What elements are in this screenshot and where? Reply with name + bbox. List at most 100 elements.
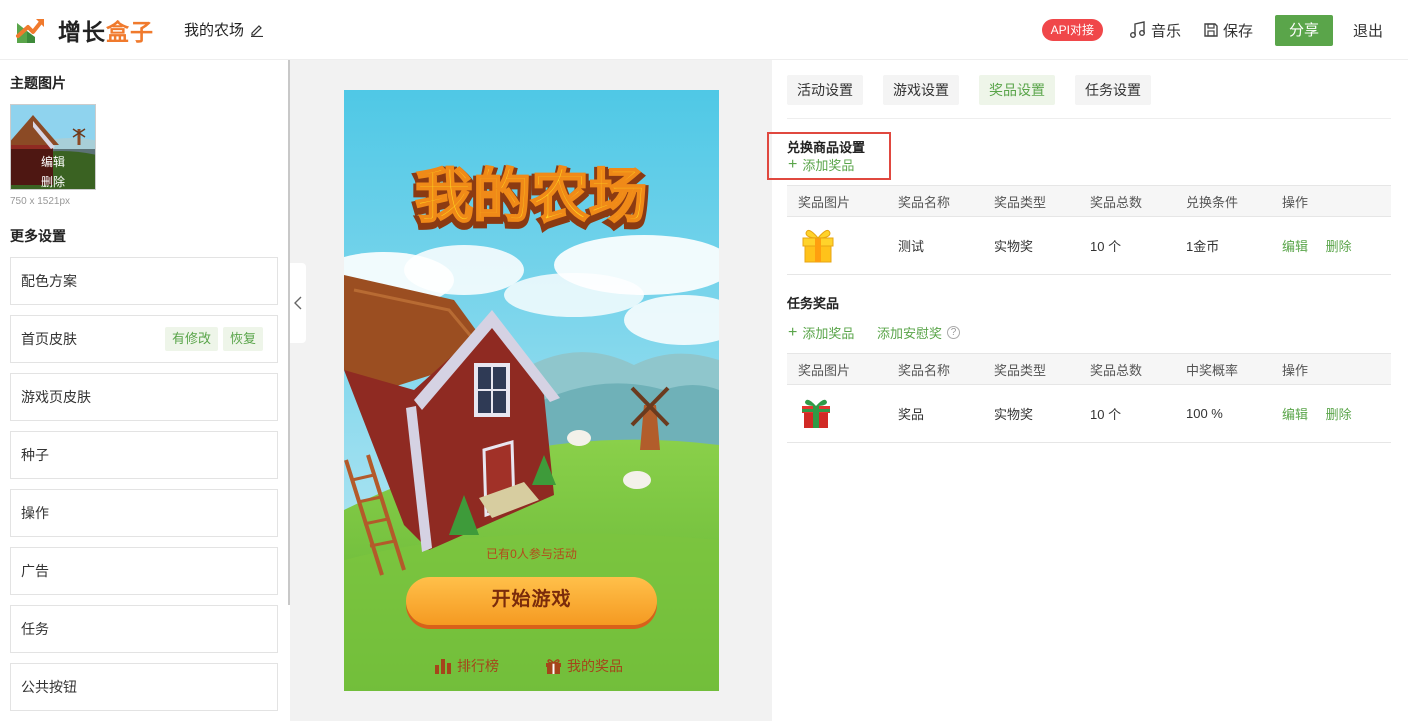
game-title: 我的农场 [415, 162, 647, 230]
delete-button[interactable]: 删除 [1326, 239, 1352, 254]
add-prize-label: 添加奖品 [802, 326, 855, 341]
prize-total: 10 个 [1090, 239, 1122, 254]
exchange-add-prize-button[interactable]: + 添加奖品 [788, 155, 854, 174]
gift-box-red-icon [802, 399, 830, 428]
logout-button[interactable]: 退出 [1353, 20, 1383, 41]
tab-activity-settings[interactable]: 活动设置 [787, 75, 863, 105]
participants-count-text: 已有0人参与活动 [486, 547, 577, 561]
restore-button[interactable]: 恢复 [223, 327, 264, 351]
settings-item-tasks[interactable]: 任务 [10, 605, 278, 653]
prize-image-cell [787, 224, 887, 267]
thumbnail-edit-button[interactable]: 编辑 [11, 153, 95, 170]
row-actions: 编辑 删除 [1271, 404, 1391, 423]
phone-preview: 我的农场 我的农场 已有0人参与活动 开始游戏 排行榜 我的奖品 [344, 90, 719, 691]
settings-item-home-skin[interactable]: 首页皮肤 有修改 恢复 [10, 315, 278, 363]
tab-game-settings[interactable]: 游戏设置 [883, 75, 959, 105]
settings-tabs: 活动设置 游戏设置 奖品设置 任务设置 [787, 75, 1171, 105]
music-label: 音乐 [1150, 22, 1181, 40]
prize-name: 奖品 [898, 407, 925, 422]
exchange-prize-table: 奖品图片 奖品名称 奖品类型 奖品总数 兑换条件 操作 测试 实物奖 10 个 … [787, 185, 1391, 275]
prize-name: 测试 [898, 239, 925, 254]
gift-box-yellow-icon [802, 229, 834, 263]
column-header: 操作 [1282, 194, 1309, 210]
column-header: 中奖概率 [1186, 362, 1239, 378]
bar-chart-icon [435, 659, 451, 674]
share-button[interactable]: 分享 [1274, 14, 1333, 46]
add-consolation-label: 添加安慰奖 [877, 326, 943, 341]
task-prize-title: 任务奖品 [787, 296, 840, 311]
column-header: 奖品总数 [1090, 362, 1143, 378]
right-settings-panel: 活动设置 游戏设置 奖品设置 任务设置 兑换商品设置 + 添加奖品 奖品图片 奖… [767, 60, 1408, 721]
add-consolation-prize-button[interactable]: 添加安慰奖 ? [877, 323, 961, 342]
prize-total: 10 个 [1090, 407, 1122, 422]
gift-icon [546, 659, 561, 674]
ranking-label: 排行榜 [457, 658, 499, 674]
start-game-button[interactable]: 开始游戏 [406, 577, 657, 625]
row-actions: 编辑 删除 [1271, 236, 1391, 255]
my-prizes-label: 我的奖品 [567, 658, 623, 674]
table-row: 测试 实物奖 10 个 1金币 编辑 删除 [787, 217, 1391, 275]
table-header: 奖品图片 奖品名称 奖品类型 奖品总数 兑换条件 操作 [787, 185, 1391, 217]
chevron-left-icon [294, 296, 302, 310]
plus-icon: + [788, 323, 798, 341]
theme-image-thumbnail[interactable]: 编辑 删除 [10, 104, 96, 190]
settings-item-label: 配色方案 [21, 273, 77, 289]
column-header: 奖品名称 [898, 194, 951, 210]
collapse-panel-button[interactable] [290, 263, 306, 343]
settings-item-label: 操作 [21, 505, 49, 521]
plus-icon: + [788, 155, 798, 173]
prize-type: 实物奖 [994, 407, 1034, 422]
column-header: 奖品名称 [898, 362, 951, 378]
column-header: 奖品总数 [1090, 194, 1143, 210]
prize-type: 实物奖 [994, 239, 1034, 254]
tab-divider [787, 118, 1391, 119]
settings-item-label: 公共按钮 [21, 679, 77, 695]
edit-pencil-icon[interactable] [250, 23, 264, 37]
music-button[interactable]: 音乐 [1129, 20, 1181, 41]
growth-logo-icon [16, 18, 44, 43]
settings-item-common-buttons[interactable]: 公共按钮 [10, 663, 278, 711]
left-settings-panel: 主题图片 编辑 删除 750 x 1521px 更多设置 配色方案 首页皮肤 有… [0, 60, 290, 721]
add-prize-label: 添加奖品 [802, 158, 855, 173]
settings-item-operations[interactable]: 操作 [10, 489, 278, 537]
edit-button[interactable]: 编辑 [1282, 239, 1308, 254]
logo-text: 增长盒子 [58, 18, 154, 45]
task-add-prize-button[interactable]: + 添加奖品 [788, 323, 854, 342]
api-badge[interactable]: API对接 [1041, 19, 1103, 41]
music-note-icon [1129, 21, 1145, 38]
edit-button[interactable]: 编辑 [1282, 407, 1308, 422]
column-header: 奖品类型 [994, 194, 1047, 210]
column-header: 操作 [1282, 362, 1309, 378]
ranking-link[interactable]: 排行榜 [434, 656, 499, 676]
delete-button[interactable]: 删除 [1326, 407, 1352, 422]
help-question-icon[interactable]: ? [947, 326, 961, 339]
task-prize-table: 奖品图片 奖品名称 奖品类型 奖品总数 中奖概率 操作 奖品 实物奖 10 个 … [787, 353, 1391, 443]
column-header: 奖品图片 [798, 194, 851, 210]
save-button[interactable]: 保存 [1203, 20, 1253, 41]
settings-item-label: 广告 [21, 563, 49, 579]
settings-item-color-scheme[interactable]: 配色方案 [10, 257, 278, 305]
win-probability: 100 % [1186, 406, 1223, 421]
prize-image-cell [787, 394, 887, 433]
logo[interactable]: 增长盒子 [14, 13, 154, 47]
column-header: 兑换条件 [1186, 194, 1239, 210]
settings-item-seeds[interactable]: 种子 [10, 431, 278, 479]
settings-item-game-skin[interactable]: 游戏页皮肤 [10, 373, 278, 421]
settings-item-ads[interactable]: 广告 [10, 547, 278, 595]
thumbnail-delete-button[interactable]: 删除 [11, 173, 95, 189]
thumbnail-overlay: 编辑 删除 [11, 149, 95, 189]
theme-image-title: 主题图片 [10, 75, 66, 91]
settings-item-label: 种子 [21, 447, 49, 463]
exchange-settings-title: 兑换商品设置 [787, 140, 866, 155]
tab-prize-settings[interactable]: 奖品设置 [979, 75, 1055, 105]
save-disk-icon [1204, 23, 1218, 37]
modified-tag: 有修改 [165, 327, 219, 351]
tab-task-settings[interactable]: 任务设置 [1075, 75, 1151, 105]
column-header: 奖品图片 [798, 362, 851, 378]
settings-item-label: 任务 [21, 621, 49, 637]
my-prizes-link[interactable]: 我的奖品 [545, 656, 623, 676]
project-title[interactable]: 我的农场 [184, 19, 264, 40]
table-row: 奖品 实物奖 10 个 100 % 编辑 删除 [787, 385, 1391, 443]
settings-item-label: 首页皮肤 [21, 331, 77, 347]
thumbnail-size-text: 750 x 1521px [10, 196, 71, 207]
